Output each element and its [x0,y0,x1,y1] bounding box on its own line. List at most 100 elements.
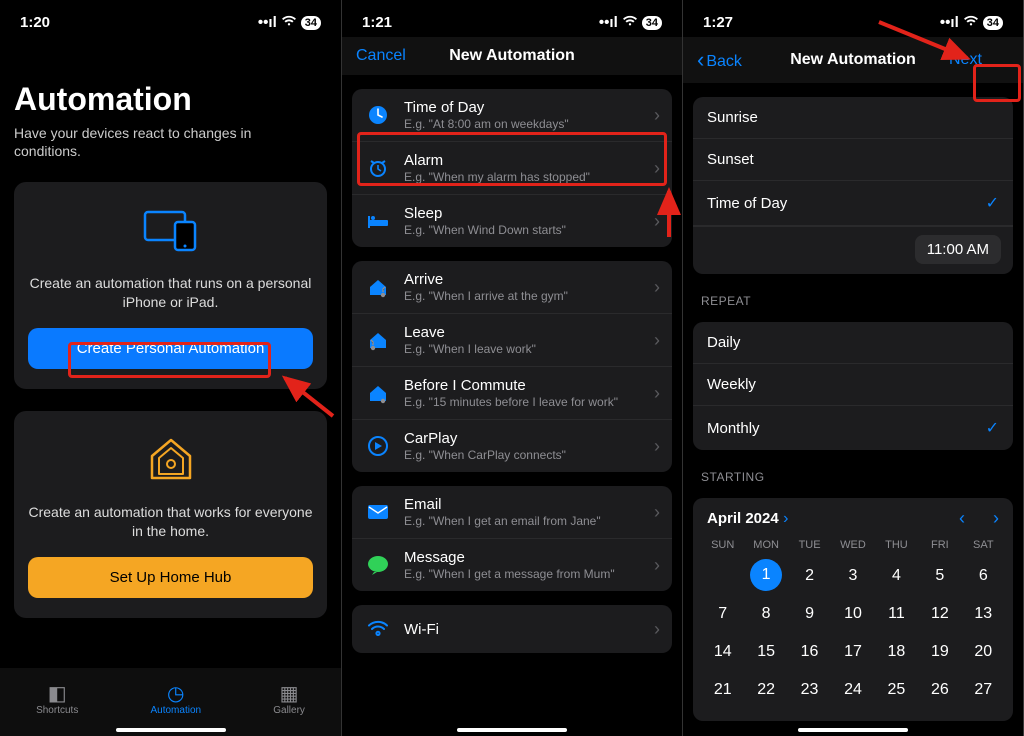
trigger-mail[interactable]: EmailE.g. "When I get an email from Jane… [352,486,672,539]
chevron-right-icon: › [654,436,660,457]
calendar-day[interactable]: 2 [788,559,831,593]
calendar-day[interactable]: 22 [744,673,787,707]
option-label: Daily [707,334,740,351]
calendar-day[interactable]: 8 [744,597,787,631]
calendar-day[interactable]: 19 [918,635,961,669]
chevron-right-icon: › [654,158,660,179]
trigger-bed[interactable]: SleepE.g. "When Wind Down starts"› [352,195,672,247]
trigger-msg[interactable]: MessageE.g. "When I get a message from M… [352,539,672,591]
commute-icon [364,379,392,407]
calendar-day[interactable]: 17 [831,635,874,669]
home-indicator[interactable] [457,728,567,732]
option-label: Weekly [707,376,756,393]
item-title: Alarm [404,152,654,169]
battery-icon: 34 [301,16,321,30]
calendar-day[interactable]: 10 [831,597,874,631]
calendar-day[interactable]: 20 [962,635,1005,669]
calendar-day[interactable]: 25 [875,673,918,707]
signal-icon: ••ıl [258,14,277,31]
calendar-day[interactable]: 4 [875,559,918,593]
calendar-day[interactable]: 26 [918,673,961,707]
cancel-button[interactable]: Cancel [356,47,416,65]
item-title: CarPlay [404,430,654,447]
time-picker[interactable]: 11:00 AM [915,235,1001,264]
calendar-month[interactable]: April 2024 › [707,510,789,528]
battery-icon: 34 [642,16,662,30]
item-title: Wi-Fi [404,621,654,638]
calendar-prev-button[interactable]: ‹ [959,508,965,529]
tab-automation[interactable]: ◷ Automation [150,683,201,716]
trigger-arrive[interactable]: ArriveE.g. "When I arrive at the gym"› [352,261,672,314]
calendar-next-button[interactable]: › [993,508,999,529]
time-option-sunrise[interactable]: Sunrise [693,97,1013,139]
repeat-option-daily[interactable]: Daily [693,322,1013,364]
item-title: Leave [404,324,654,341]
tab-label: Shortcuts [36,705,78,716]
option-label: Sunset [707,151,754,168]
home-indicator[interactable] [798,728,908,732]
tab-shortcuts[interactable]: ◧ Shortcuts [36,683,78,716]
status-time: 1:27 [703,14,733,31]
calendar-day[interactable]: 21 [701,673,744,707]
time-group: Sunrise Sunset Time of Day ✓ 11:00 AM [693,97,1013,274]
arrive-icon [364,273,392,301]
calendar-day[interactable]: 14 [701,635,744,669]
calendar-day[interactable]: 13 [962,597,1005,631]
calendar-day[interactable]: 12 [918,597,961,631]
create-personal-automation-button[interactable]: Create Personal Automation [28,328,313,369]
item-subtitle: E.g. "When I arrive at the gym" [404,289,654,303]
calendar-day[interactable]: 11 [875,597,918,631]
trigger-alarm[interactable]: AlarmE.g. "When my alarm has stopped"› [352,142,672,195]
setup-home-hub-button[interactable]: Set Up Home Hub [28,557,313,598]
item-subtitle: E.g. "15 minutes before I leave for work… [404,395,654,409]
calendar-day[interactable]: 3 [831,559,874,593]
calendar-day[interactable]: 15 [744,635,787,669]
option-label: Time of Day [707,195,787,212]
card-description: Create an automation that works for ever… [28,503,313,541]
trigger-commute[interactable]: Before I CommuteE.g. "15 minutes before … [352,367,672,420]
time-option-sunset[interactable]: Sunset [693,139,1013,181]
repeat-option-weekly[interactable]: Weekly [693,364,1013,406]
calendar-day[interactable]: 6 [962,559,1005,593]
calendar-day[interactable]: 1 [744,559,787,593]
gallery-icon: ▦ [273,683,305,705]
calendar-day[interactable]: 24 [831,673,874,707]
home-hub-card: Create an automation that works for ever… [14,411,327,618]
chevron-right-icon: › [654,383,660,404]
screen-time-of-day-config: 1:27 ••ıl 34 Back New Automation Next Su… [682,0,1023,736]
calendar-day[interactable]: 9 [788,597,831,631]
trigger-wifi[interactable]: Wi-Fi› [352,605,672,653]
trigger-carplay[interactable]: CarPlayE.g. "When CarPlay connects"› [352,420,672,472]
item-subtitle: E.g. "When Wind Down starts" [404,223,654,237]
automation-icon: ◷ [150,683,201,705]
calendar-group: April 2024 › ‹ › SUNMONTUEWEDTHUFRISAT 1… [693,498,1013,721]
tab-gallery[interactable]: ▦ Gallery [273,683,305,716]
calendar-day[interactable]: 18 [875,635,918,669]
repeat-option-monthly[interactable]: Monthly✓ [693,406,1013,450]
status-bar: 1:21 ••ıl 34 [342,0,682,37]
home-indicator[interactable] [116,728,226,732]
wifi-icon [364,615,392,643]
section-header-repeat: REPEAT [701,294,1005,308]
trigger-clock[interactable]: Time of DayE.g. "At 8:00 am on weekdays"… [352,89,672,142]
calendar-dow: MON [744,535,787,555]
nav-title: New Automation [449,47,575,65]
trigger-group: Time of DayE.g. "At 8:00 am on weekdays"… [352,89,672,247]
calendar-day[interactable]: 7 [701,597,744,631]
back-button[interactable]: Back [697,47,757,73]
next-button[interactable]: Next [949,51,1009,69]
calendar-day[interactable]: 23 [788,673,831,707]
chevron-right-icon: › [654,211,660,232]
time-option-time-of-day[interactable]: Time of Day ✓ [693,181,1013,226]
chevron-right-icon: › [654,502,660,523]
item-title: Time of Day [404,99,654,116]
calendar-day[interactable]: 27 [962,673,1005,707]
status-bar: 1:20 ••ıl 34 [0,0,341,37]
option-label: Monthly [707,420,760,437]
calendar-day[interactable]: 5 [918,559,961,593]
card-description: Create an automation that runs on a pers… [28,274,313,312]
trigger-leave[interactable]: LeaveE.g. "When I leave work"› [352,314,672,367]
chevron-right-icon: › [654,330,660,351]
calendar-day[interactable]: 16 [788,635,831,669]
check-icon: ✓ [986,193,999,213]
